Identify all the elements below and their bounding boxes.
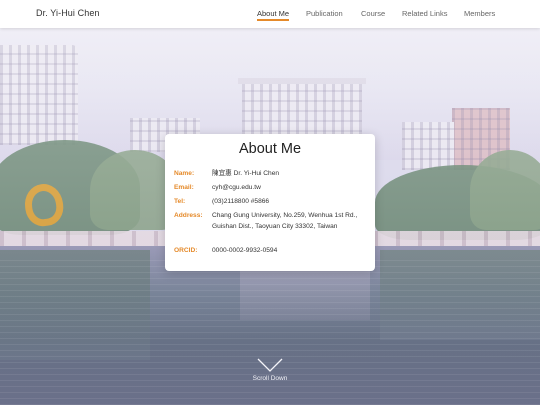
nav-publication[interactable]: Publication: [306, 9, 343, 18]
address-label: Address:: [174, 212, 203, 219]
scroll-down-label: Scroll Down: [252, 375, 288, 382]
nav-course[interactable]: Course: [361, 9, 385, 18]
tel-row: Tel: (03)2118800 #5866: [174, 197, 369, 208]
email-label: Email:: [174, 184, 194, 191]
name-value: 陳宜惠 Dr. Yi-Hui Chen: [212, 170, 280, 177]
tel-value: (03)2118800 #5866: [212, 198, 270, 205]
orcid-value[interactable]: 0000-0002-9932-0594: [212, 246, 370, 257]
email-row: Email: cyh@cgu.edu.tw: [174, 183, 369, 194]
nav-about-me[interactable]: About Me: [257, 9, 290, 21]
tel-label: Tel:: [174, 198, 186, 205]
about-title: About Me: [238, 141, 302, 157]
chevron-down-icon: [257, 358, 283, 372]
orcid-row: ORCID: 0000-0002-9932-0594: [174, 246, 369, 257]
scroll-down-button[interactable]: Scroll Down: [245, 358, 295, 388]
name-label: Name:: [174, 170, 195, 177]
navbar: Dr. Yi-Hui Chen About Me Publication Cou…: [0, 0, 540, 28]
site-title[interactable]: Dr. Yi-Hui Chen: [36, 8, 100, 18]
address-row: Address: Chang Gung University, No.259, …: [174, 211, 369, 244]
about-card: About Me Name: 陳宜惠 Dr. Yi-Hui Chen Email…: [165, 134, 375, 271]
nav-members[interactable]: Members: [464, 9, 495, 18]
address-value: Chang Gung University, No.259, Wenhua 1s…: [212, 212, 358, 230]
orcid-label: ORCID:: [174, 247, 198, 254]
nav-related-links[interactable]: Related Links: [402, 9, 447, 18]
email-value[interactable]: cyh@cgu.edu.tw: [212, 183, 370, 194]
name-row: Name: 陳宜惠 Dr. Yi-Hui Chen: [174, 169, 369, 180]
